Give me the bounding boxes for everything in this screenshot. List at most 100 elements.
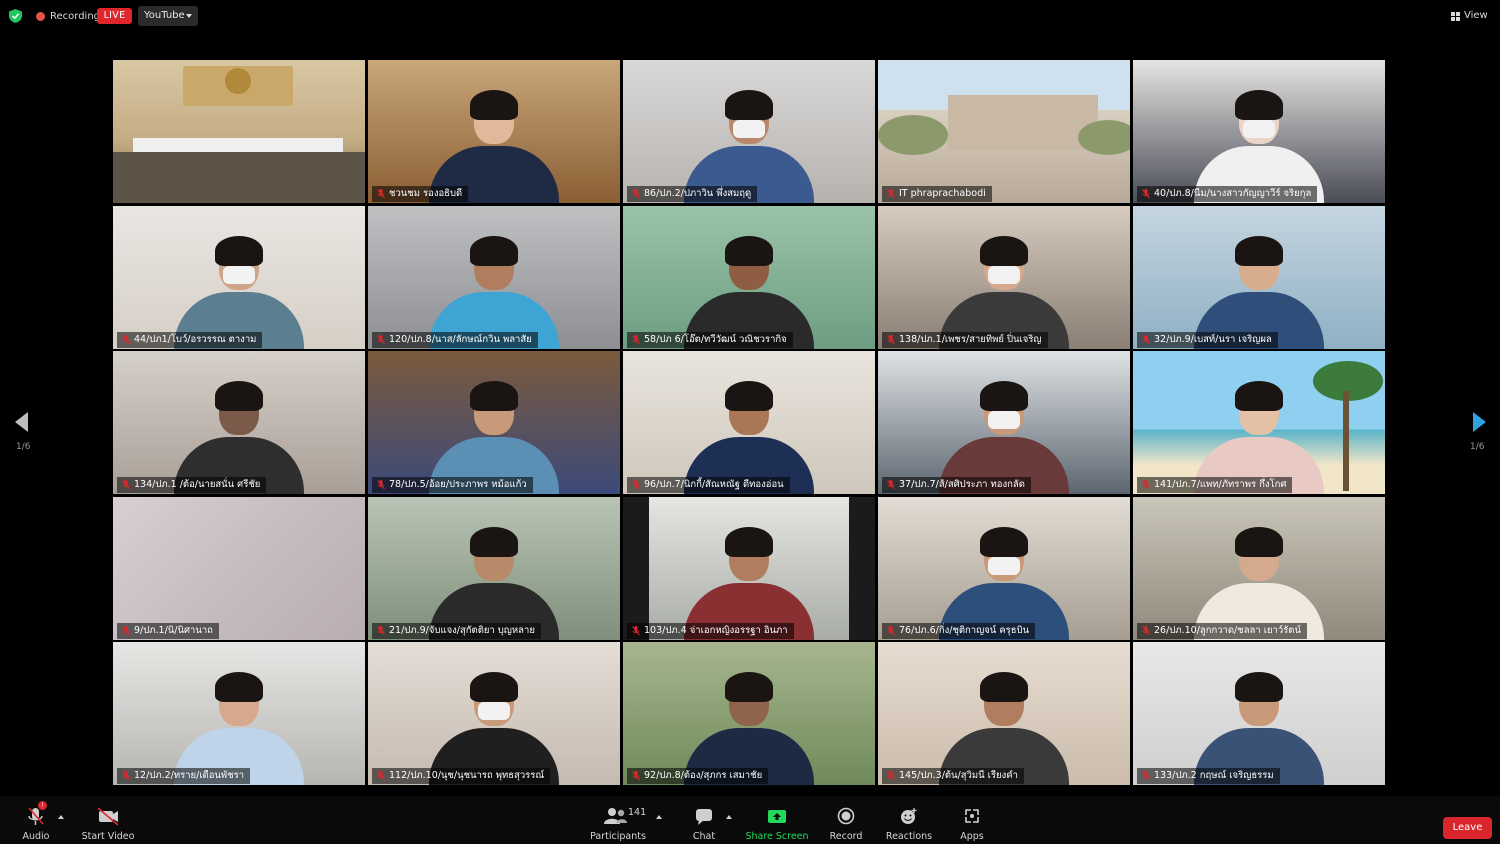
participant-tile[interactable]: 58/ปภ 6/โอ๊ต/ทวีวัฒน์ วณิชวรากิจ [623,206,875,349]
participants-options-caret-icon[interactable] [656,815,662,819]
start-video-button[interactable]: Start Video [82,796,134,844]
video-feed [368,351,620,494]
participant-tile[interactable]: 138/ปภ.1/เพชร/สายทิพย์ ปิ่นเจริญ [878,206,1130,349]
video-feed [649,497,849,640]
video-feed [113,60,365,203]
participant-tile[interactable]: 141/ปภ.7/แพท/ภัทราพร กึ่งโกศ [1133,351,1385,494]
participant-tile[interactable]: ชวนชม รองอธิบดี [368,60,620,203]
video-feed [368,60,620,203]
participant-name: 76/ปภ.6/กิ่ง/ชุติกาญจน์ ครุธบิน [899,625,1030,636]
participant-name: 32/ปภ.9/เบสท์/นรา เจริญผล [1154,334,1272,345]
participant-tile[interactable]: 92/ปภ.8/ต้อง/สุภกร เสมาชัย [623,642,875,785]
view-button[interactable]: View [1451,7,1488,25]
participant-name-label: 78/ปภ.5/อ้อย/ประภาพร หม้อแก้ว [372,477,533,493]
microphone-muted-icon [1142,189,1150,199]
video-feed [623,351,875,494]
participant-tile[interactable]: 26/ปภ.10/ลูกกวาด/ชลลา เยาว์รัตน์ [1133,497,1385,640]
microphone-muted-icon [1142,480,1150,490]
participant-tile[interactable]: 40/ปภ.8/นีม/นางสาวกัญญาวีร์ จริยกุล [1133,60,1385,203]
participant-name: 40/ปภ.8/นีม/นางสาวกัญญาวีร์ จริยกุล [1154,188,1312,199]
participant-tile[interactable]: 103/ปภ.4 จ่าเอกหญิงอรรฐา อินภา [623,497,875,640]
shield-icon[interactable] [9,9,22,23]
participant-name: 21/ปภ.9/จับแจง/สุกัตติยา บุญหลาย [389,625,535,636]
participant-name: 134/ปภ.1 /ต้อ/นายสนั่น ศรีชัย [134,479,261,490]
chat-options-caret-icon[interactable] [726,815,732,819]
participant-tile[interactable]: 21/ปภ.9/จับแจง/สุกัตติยา บุญหลาย [368,497,620,640]
video-feed [1133,351,1385,494]
participant-name-label: 12/ปภ.2/ทราย/เดือนพัชรา [117,768,251,784]
video-feed [878,497,1130,640]
participant-tile[interactable]: 76/ปภ.6/กิ่ง/ชุติกาญจน์ ครุธบิน [878,497,1130,640]
live-badge[interactable]: LIVE [97,8,132,24]
share-screen-button[interactable]: Share Screen [745,796,809,844]
participant-name-label: 112/ปภ.10/นุช/นุชนารถ พุทธสุวรรณ์ [372,768,551,784]
participant-name: 138/ปภ.1/เพชร/สายทิพย์ ปิ่นเจริญ [899,334,1042,345]
participant-name-label: 120/ปภ.8/นาส/ลักษณ์กวิน พลาสัย [372,332,538,348]
participant-name-label: 134/ปภ.1 /ต้อ/นายสนั่น ศรีชัย [117,477,267,493]
participant-tile[interactable] [113,60,365,203]
video-feed [623,642,875,785]
microphone-muted-icon [632,189,640,199]
participant-tile[interactable]: 44/ปภ1/โบว์/อรวรรณ ตางาม [113,206,365,349]
video-feed [368,497,620,640]
reactions-label: Reactions [885,831,933,842]
participant-name-label: 58/ปภ 6/โอ๊ต/ทวีวัฒน์ วณิชวรากิจ [627,332,793,348]
participant-name-label: 21/ปภ.9/จับแจง/สุกัตติยา บุญหลาย [372,623,541,639]
leave-button[interactable]: Leave [1443,817,1492,839]
record-button[interactable]: Record [826,796,866,844]
microphone-muted-icon [122,480,130,490]
participant-count: 141 [628,807,647,818]
participant-name-label: 32/ปภ.9/เบสท์/นรา เจริญผล [1137,332,1278,348]
audio-options-caret-icon[interactable] [58,815,64,819]
participant-name: 133/ปภ.2 กฤษณ์ เจริญธรรม [1154,770,1274,781]
video-feed [623,60,875,203]
participant-tile[interactable]: 9/ปภ.1/นิ/นิศานาถ [113,497,365,640]
microphone-muted-icon [632,626,640,636]
stream-target-dropdown[interactable]: YouTube [138,6,198,26]
participant-tile[interactable]: 96/ปภ.7/นิกกี้/สัณหณัฐ ดีทองอ่อน [623,351,875,494]
participant-tile[interactable]: IT phraprachabodi [878,60,1130,203]
chat-bubble-icon [684,805,724,829]
microphone-muted-icon [377,480,385,490]
participant-name: ชวนชม รองอธิบดี [389,188,463,199]
smiley-plus-icon [884,805,934,829]
chat-button[interactable]: Chat [684,796,724,844]
participant-name: 120/ปภ.8/นาส/ลักษณ์กวิน พลาสัย [389,334,532,345]
stream-target-label: YouTube [144,10,185,21]
participants-button[interactable]: 141 Participants [590,796,647,844]
participant-tile[interactable]: 37/ปภ.7/ส้/สศิประภา ทองกลัด [878,351,1130,494]
participant-tile[interactable]: 112/ปภ.10/นุช/นุชนารถ พุทธสุวรรณ์ [368,642,620,785]
participant-name: 58/ปภ 6/โอ๊ต/ทวีวัฒน์ วณิชวรากิจ [644,334,787,345]
participant-tile[interactable]: 133/ปภ.2 กฤษณ์ เจริญธรรม [1133,642,1385,785]
video-feed [113,642,365,785]
recording-indicator[interactable]: Recording [36,8,100,24]
microphone-muted-icon [122,771,130,781]
record-icon [826,805,866,829]
video-feed [368,206,620,349]
video-feed [1133,60,1385,203]
participant-tile[interactable]: 145/ปภ.3/ต้น/สุวิมนี เรียงคำ [878,642,1130,785]
participant-tile[interactable]: 12/ปภ.2/ทราย/เดือนพัชรา [113,642,365,785]
audio-button[interactable]: ! Audio [16,796,56,844]
participant-tile[interactable]: 86/ปภ.2/ปภาวิน พึ่งสมฤดู [623,60,875,203]
reactions-button[interactable]: Reactions [884,796,934,844]
participant-tile[interactable]: 134/ปภ.1 /ต้อ/นายสนั่น ศรีชัย [113,351,365,494]
participant-tile[interactable]: 78/ปภ.5/อ้อย/ประภาพร หม้อแก้ว [368,351,620,494]
participant-name-label: 103/ปภ.4 จ่าเอกหญิงอรรฐา อินภา [627,623,794,639]
participant-name: 145/ปภ.3/ต้น/สุวิมนี เรียงคำ [899,770,1018,781]
video-feed [1133,497,1385,640]
audio-warning-badge: ! [38,801,47,810]
share-screen-label: Share Screen [745,831,809,842]
previous-page-arrow-icon[interactable] [15,412,28,432]
microphone-muted-icon [1142,335,1150,345]
participant-name: 37/ปภ.7/ส้/สศิประภา ทองกลัด [899,479,1025,490]
next-page-arrow-icon[interactable] [1473,412,1486,432]
participants-icon: 141 [592,805,647,829]
apps-button[interactable]: Apps [952,796,992,844]
participant-tile[interactable]: 32/ปภ.9/เบสท์/นรา เจริญผล [1133,206,1385,349]
video-feed [113,206,365,349]
participant-name: 44/ปภ1/โบว์/อรวรรณ ตางาม [134,334,257,345]
participant-tile[interactable]: 120/ปภ.8/นาส/ลักษณ์กวิน พลาสัย [368,206,620,349]
participant-name: IT phraprachabodi [899,188,986,199]
participant-name-label: 40/ปภ.8/นีม/นางสาวกัญญาวีร์ จริยกุล [1137,186,1318,202]
